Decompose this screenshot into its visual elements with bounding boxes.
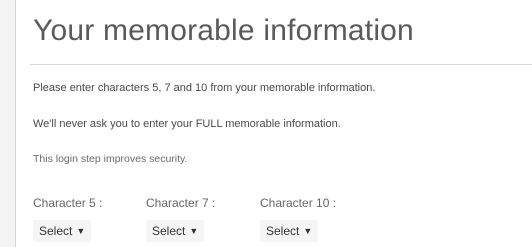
character-5-select[interactable]: Select ▼ (33, 220, 92, 242)
character-10-select-value: Select (266, 224, 300, 238)
character-10-select[interactable]: Select ▼ (260, 220, 319, 242)
character-5-select-value: Select (39, 224, 73, 238)
memorable-info-panel: Your memorable information Please enter … (15, 0, 532, 247)
character-7-label: Character 7 : (146, 196, 216, 210)
caret-down-icon: ▼ (303, 226, 313, 236)
title-divider (30, 64, 532, 65)
character-7-select-value: Select (152, 224, 186, 238)
page-title: Your memorable information (33, 14, 414, 47)
never-ask-notice: We'll never ask you to enter your FULL m… (33, 118, 341, 130)
character-5-label: Character 5 : (33, 196, 103, 210)
caret-down-icon: ▼ (189, 226, 199, 236)
caret-down-icon: ▼ (76, 226, 86, 236)
instruction-text: Please enter characters 5, 7 and 10 from… (33, 82, 376, 94)
character-7-select[interactable]: Select ▼ (146, 220, 205, 242)
character-10-label: Character 10 : (260, 196, 337, 210)
security-note: This login step improves security. (33, 153, 188, 165)
